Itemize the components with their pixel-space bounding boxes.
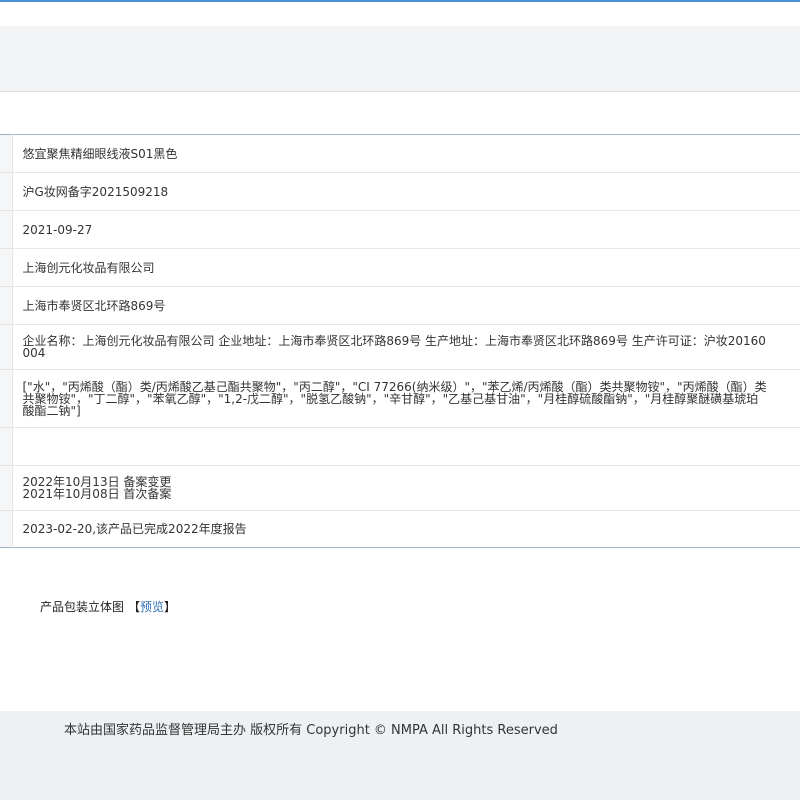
manufacturer-info-value: 企业名称：上海创元化妆品有限公司 企业地址：上海市奉贤区北环路869号 生产地址… <box>12 324 800 370</box>
package-image-row: 产品包装立体图 【预览】 <box>40 598 176 615</box>
ingredients-value: ["水"，"丙烯酸（酯）类/丙烯酸乙基己酯共聚物"，"丙二醇"，"CI 7726… <box>12 369 800 428</box>
table-row <box>0 427 800 466</box>
bracket-open: 【 <box>128 600 141 614</box>
empty-field-value <box>12 427 800 466</box>
product-detail-table: 悠宜聚焦精细眼线液S01黑色 沪G妆网备字2021509218 2021-09-… <box>0 134 800 548</box>
registrant-value: 上海创元化妆品有限公司 <box>12 248 800 287</box>
label-cell <box>0 369 13 428</box>
footer: 本站由国家药品监督管理局主办 版权所有 Copyright © NMPA All… <box>0 711 800 800</box>
header-band <box>0 26 800 92</box>
history-entry: 2021年10月08日 首次备案 <box>22 487 172 501</box>
label-cell <box>0 248 13 287</box>
label-cell <box>0 324 13 370</box>
table-row: 上海市奉贤区北环路869号 <box>0 286 800 325</box>
product-name-value: 悠宜聚焦精细眼线液S01黑色 <box>12 134 800 173</box>
record-history-value: 2022年10月13日 备案变更 2021年10月08日 首次备案 <box>12 465 800 511</box>
bracket-close: 】 <box>164 600 177 614</box>
top-band <box>0 2 800 26</box>
table-row: 2022年10月13日 备案变更 2021年10月08日 首次备案 <box>0 465 800 511</box>
table-row: 2023-02-20,该产品已完成2022年度报告 <box>0 510 800 548</box>
label-cell <box>0 286 13 325</box>
label-cell <box>0 134 13 173</box>
registrant-address-value: 上海市奉贤区北环路869号 <box>12 286 800 325</box>
table-row: 悠宜聚焦精细眼线液S01黑色 <box>0 134 800 173</box>
label-cell <box>0 210 13 249</box>
footer-copyright: 本站由国家药品监督管理局主办 版权所有 Copyright © NMPA All… <box>64 723 558 738</box>
label-cell <box>0 427 13 466</box>
table-row: ["水"，"丙烯酸（酯）类/丙烯酸乙基己酯共聚物"，"丙二醇"，"CI 7726… <box>0 369 800 428</box>
label-cell <box>0 510 13 548</box>
record-number-value: 沪G妆网备字2021509218 <box>12 172 800 211</box>
preview-link[interactable]: 预览 <box>140 600 164 614</box>
annual-report-value: 2023-02-20,该产品已完成2022年度报告 <box>22 522 247 536</box>
table-row: 沪G妆网备字2021509218 <box>0 172 800 211</box>
label-cell <box>0 465 13 511</box>
table-row: 上海创元化妆品有限公司 <box>0 248 800 287</box>
spacer-band <box>0 93 800 134</box>
record-date-value: 2021-09-27 <box>12 210 800 249</box>
label-cell <box>0 172 13 211</box>
package-image-label: 产品包装立体图 <box>40 600 125 614</box>
table-row: 2021-09-27 <box>0 210 800 249</box>
table-row: 企业名称：上海创元化妆品有限公司 企业地址：上海市奉贤区北环路869号 生产地址… <box>0 324 800 370</box>
